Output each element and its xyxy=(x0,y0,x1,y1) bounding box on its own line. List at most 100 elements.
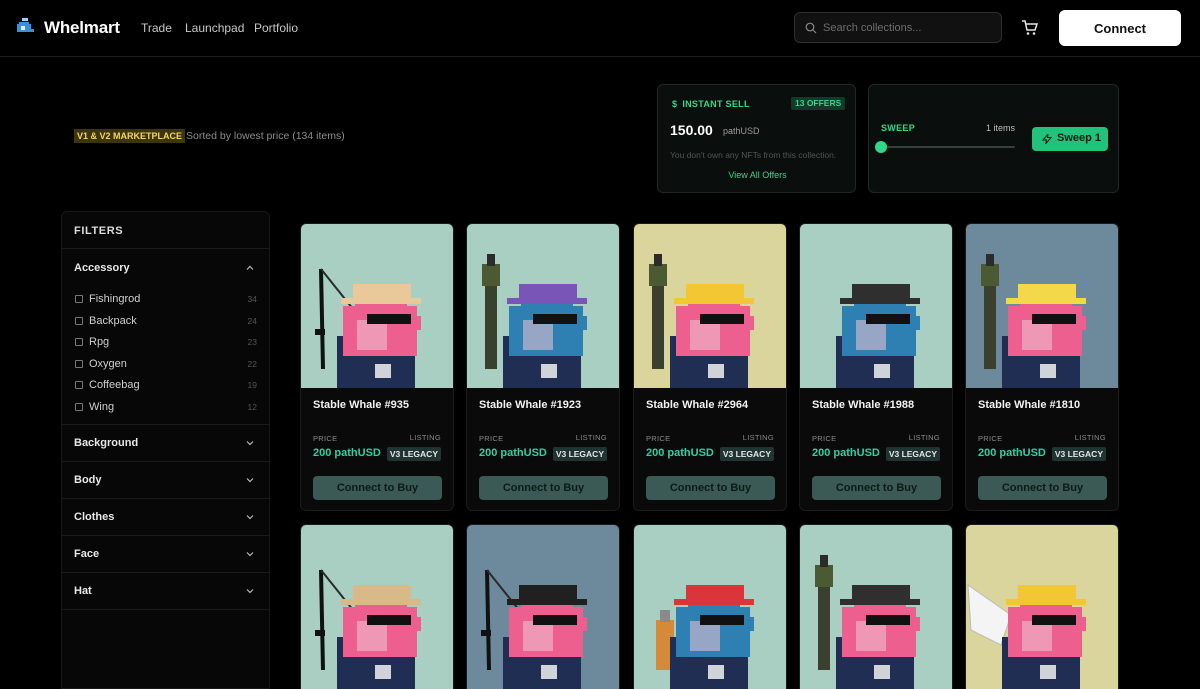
option-label: Rpg xyxy=(89,336,110,348)
nft-image[interactable] xyxy=(800,224,953,388)
cart-icon[interactable] xyxy=(1021,19,1039,37)
sweep-slider-track[interactable] xyxy=(881,146,1015,148)
nft-price: 200 pathUSD xyxy=(978,447,1046,459)
checkbox[interactable] xyxy=(75,338,83,346)
connect-to-buy-button[interactable]: Connect to Buy xyxy=(646,476,775,500)
price-label: PRICE xyxy=(978,434,1003,443)
listing-badge: V3 LEGACY xyxy=(885,447,940,461)
sweep-slider-handle[interactable] xyxy=(875,141,887,153)
divider xyxy=(62,424,269,425)
nft-card[interactable]: Stable Whale #2964 PRICE LISTING 200 pathUS… xyxy=(633,223,787,511)
connect-to-buy-button[interactable]: Connect to Buy xyxy=(479,476,608,500)
glasses xyxy=(700,314,744,324)
nft-image[interactable] xyxy=(467,525,620,689)
whale-logo-icon[interactable] xyxy=(14,15,36,37)
connect-button[interactable]: Connect xyxy=(1059,10,1181,46)
nft-card[interactable] xyxy=(633,524,787,689)
listing-label: LISTING xyxy=(1074,433,1106,442)
nft-name[interactable]: Stable Whale #1810 xyxy=(978,399,1080,411)
chevron-down-icon[interactable] xyxy=(245,549,255,559)
chevron-up-icon[interactable] xyxy=(245,263,255,273)
nft-image[interactable] xyxy=(467,224,620,388)
instant-sell-panel: $ INSTANT SELL 13 OFFERS 150.00 pathUSD Y… xyxy=(657,84,856,193)
sweep-items-count: 1 items xyxy=(986,123,1016,133)
nft-name[interactable]: Stable Whale #935 xyxy=(313,399,409,411)
chevron-down-icon[interactable] xyxy=(245,475,255,485)
listing-label: LISTING xyxy=(742,433,774,442)
nft-card[interactable]: Stable Whale #1923 PRICE LISTING 200 pathUS… xyxy=(466,223,620,511)
listing-badge: V3 LEGACY xyxy=(552,447,607,461)
chevron-down-icon[interactable] xyxy=(245,438,255,448)
nft-card[interactable]: Stable Whale #935 PRICE LISTING 200 pathUSD… xyxy=(300,223,454,511)
glasses xyxy=(1032,615,1076,625)
option-count: 12 xyxy=(247,402,257,412)
filter-section-hat[interactable]: Hat xyxy=(74,585,92,597)
glasses xyxy=(367,314,411,324)
nft-image[interactable] xyxy=(301,525,454,689)
nft-image[interactable] xyxy=(966,224,1119,388)
nft-card[interactable] xyxy=(965,524,1119,689)
sweep-panel: SWEEP 1 items Sweep 1 xyxy=(868,84,1119,193)
checkbox[interactable] xyxy=(75,403,83,411)
nft-price: 200 pathUSD xyxy=(479,447,547,459)
search-box[interactable] xyxy=(794,12,1002,43)
option-label: Fishingrod xyxy=(89,293,141,305)
checkbox[interactable] xyxy=(75,360,83,368)
chevron-down-icon[interactable] xyxy=(245,512,255,522)
nft-name[interactable]: Stable Whale #2964 xyxy=(646,399,748,411)
brand-name[interactable]: Whelmart xyxy=(44,18,120,38)
filter-option-fishingrod[interactable]: Fishingrod 34 xyxy=(75,293,261,307)
filter-section-face[interactable]: Face xyxy=(74,548,99,560)
nft-card[interactable]: Stable Whale #1988 PRICE LISTING 200 pathUS… xyxy=(799,223,953,511)
checkbox[interactable] xyxy=(75,295,83,303)
search-input[interactable] xyxy=(823,19,993,37)
nft-name[interactable]: Stable Whale #1988 xyxy=(812,399,914,411)
listing-label: LISTING xyxy=(908,433,940,442)
option-label: Backpack xyxy=(89,315,137,327)
filter-option-wing[interactable]: Wing 12 xyxy=(75,401,261,415)
instant-sell-title-text: INSTANT SELL xyxy=(682,99,750,109)
option-count: 19 xyxy=(247,380,257,390)
filter-option-oxygen[interactable]: Oxygen 22 xyxy=(75,358,261,372)
nft-image[interactable] xyxy=(966,525,1119,689)
connect-to-buy-button[interactable]: Connect to Buy xyxy=(313,476,442,500)
marketplace-badge: V1 & V2 MARKETPLACE xyxy=(74,129,186,143)
nft-card[interactable] xyxy=(799,524,953,689)
instant-sell-unit: pathUSD xyxy=(723,126,760,136)
price-label: PRICE xyxy=(812,434,837,443)
nft-price: 200 pathUSD xyxy=(812,447,880,459)
nft-card[interactable]: Stable Whale #1810 PRICE LISTING 200 pathUS… xyxy=(965,223,1119,511)
view-all-offers-link[interactable]: View All Offers xyxy=(658,170,857,180)
checkbox[interactable] xyxy=(75,381,83,389)
nft-image[interactable] xyxy=(634,224,787,388)
glasses xyxy=(700,615,744,625)
divider xyxy=(62,572,269,573)
listing-label: LISTING xyxy=(409,433,441,442)
filter-section-clothes[interactable]: Clothes xyxy=(74,511,114,523)
listing-badge: V3 LEGACY xyxy=(386,447,441,461)
nft-image[interactable] xyxy=(800,525,953,689)
chevron-down-icon[interactable] xyxy=(245,586,255,596)
filter-option-backpack[interactable]: Backpack 24 xyxy=(75,315,261,329)
filter-section-accessory[interactable]: Accessory xyxy=(74,262,130,274)
divider xyxy=(62,248,269,249)
sweep-button[interactable]: Sweep 1 xyxy=(1032,127,1108,151)
nft-image[interactable] xyxy=(301,224,454,388)
connect-to-buy-button[interactable]: Connect to Buy xyxy=(978,476,1107,500)
filter-section-background[interactable]: Background xyxy=(74,437,138,449)
nft-name[interactable]: Stable Whale #1923 xyxy=(479,399,581,411)
checkbox[interactable] xyxy=(75,317,83,325)
price-label: PRICE xyxy=(313,434,338,443)
filter-option-coffeebag[interactable]: Coffeebag 19 xyxy=(75,379,261,393)
nav-launchpad[interactable]: Launchpad xyxy=(185,21,244,35)
price-label: PRICE xyxy=(479,434,504,443)
nav-trade[interactable]: Trade xyxy=(141,21,172,35)
filter-option-rpg[interactable]: Rpg 23 xyxy=(75,336,261,350)
nft-image[interactable] xyxy=(634,525,787,689)
nft-card[interactable] xyxy=(300,524,454,689)
connect-to-buy-button[interactable]: Connect to Buy xyxy=(812,476,941,500)
option-label: Wing xyxy=(89,401,115,413)
filter-section-body[interactable]: Body xyxy=(74,474,102,486)
nft-card[interactable] xyxy=(466,524,620,689)
nav-portfolio[interactable]: Portfolio xyxy=(254,21,298,35)
